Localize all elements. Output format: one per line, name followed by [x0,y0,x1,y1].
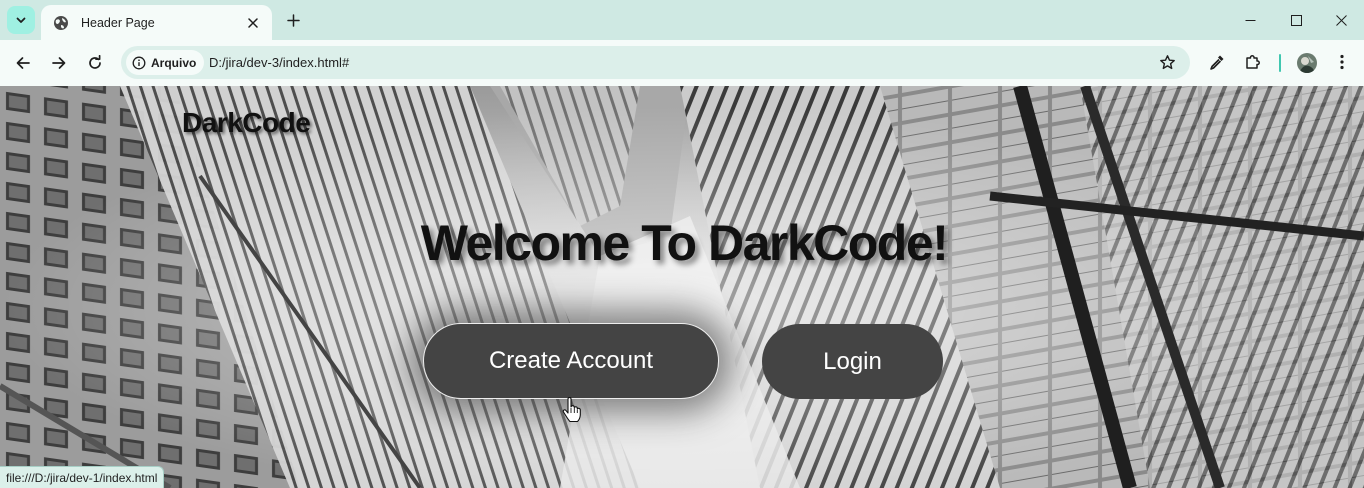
back-button[interactable] [7,47,39,79]
arrow-left-icon [16,57,30,69]
reload-button[interactable] [79,47,111,79]
eyedropper-extension-button[interactable] [1205,50,1229,74]
url-text[interactable]: D:/jira/dev-3/index.html# [209,55,349,70]
tab-strip: Header Page [0,0,1364,40]
minimize-icon [1245,19,1255,21]
tab-title: Header Page [81,15,155,30]
create-account-button[interactable]: Create Account [423,323,719,399]
browser-menu-button[interactable] [1330,50,1354,74]
page-viewport: DarkCode Welcome To DarkCode! Create Acc… [0,86,1364,488]
new-tab-button[interactable] [282,9,304,31]
browser-toolbar: Arquivo D:/jira/dev-3/index.html# [0,40,1364,86]
close-window-button[interactable] [1318,4,1364,36]
toolbar-divider [1279,54,1281,72]
login-button[interactable]: Login [762,324,943,399]
reload-icon [89,55,101,69]
minimize-button[interactable] [1227,4,1273,36]
puzzle-icon [1246,55,1260,69]
chevron-down-icon [16,17,26,23]
info-icon [132,56,146,69]
hero-title: Welcome To DarkCode! [420,215,949,271]
eyedropper-icon [1210,55,1224,70]
profile-avatar[interactable] [1297,53,1317,73]
star-icon [1160,55,1175,70]
bookmark-star-button[interactable] [1159,54,1176,71]
close-icon [248,17,258,28]
status-bar-link-preview: file:///D:/jira/dev-1/index.html [0,466,165,488]
site-info-chip[interactable]: Arquivo [126,50,205,75]
extensions-button[interactable] [1241,50,1265,74]
globe-icon [53,15,69,31]
arrow-right-icon [52,57,66,69]
plus-icon [286,13,300,27]
browser-tab[interactable]: Header Page [41,5,272,40]
address-bar[interactable]: Arquivo D:/jira/dev-3/index.html# [121,46,1190,79]
tab-search-button[interactable] [7,6,35,34]
hand-pointer-cursor-icon [562,397,581,423]
close-icon [1335,14,1347,26]
skyscrapers-background-image [0,86,1364,488]
maximize-icon [1290,14,1302,26]
site-logo[interactable]: DarkCode [182,107,311,139]
security-chip-label: Arquivo [151,55,197,70]
maximize-button[interactable] [1273,4,1319,36]
tab-close-button[interactable] [244,14,262,32]
forward-button[interactable] [43,47,75,79]
more-vertical-icon [1340,54,1344,70]
